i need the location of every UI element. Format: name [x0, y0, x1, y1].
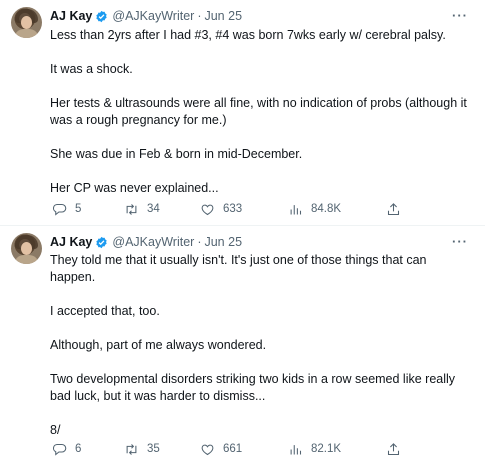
tweet-paragraph: 8/: [50, 423, 61, 437]
avatar[interactable]: [11, 233, 42, 264]
share-icon: [387, 202, 400, 215]
views-button[interactable]: 84.8K: [288, 202, 341, 217]
tweet-actions: 6 35 661 82.1K: [50, 440, 400, 458]
reply-button[interactable]: 5: [52, 202, 81, 217]
retweet-count: 34: [147, 202, 160, 215]
views-count: 82.1K: [311, 442, 342, 455]
tweet-paragraph: She was due in Feb & born in mid-Decembe…: [50, 147, 303, 161]
views-button[interactable]: 82.1K: [288, 442, 341, 457]
like-button[interactable]: 633: [200, 202, 242, 217]
tweet-paragraph: They told me that it usually isn't. It's…: [50, 253, 427, 284]
share-button[interactable]: [386, 442, 409, 457]
reply-count: 6: [75, 442, 82, 455]
retweet-button[interactable]: 34: [124, 202, 160, 217]
tweet-text: They told me that it usually isn't. It's…: [50, 252, 470, 439]
like-icon: [201, 444, 214, 455]
tweet-paragraph: Two developmental disorders striking two…: [50, 372, 456, 403]
reply-icon: [52, 203, 67, 216]
like-count: 661: [223, 442, 243, 455]
tweet-date[interactable]: Jun 25: [204, 9, 242, 23]
tweet[interactable]: AJ Kay @AJKayWriter · Jun 25 ··· They to…: [0, 226, 485, 461]
author-name[interactable]: AJ Kay: [50, 9, 92, 23]
like-count: 633: [223, 202, 243, 215]
separator-dot: ·: [197, 9, 202, 23]
tweet-paragraph: It was a shock.: [50, 62, 133, 76]
tweet-paragraph: Less than 2yrs after I had #3, #4 was bo…: [50, 28, 446, 42]
like-button[interactable]: 661: [200, 442, 242, 457]
tweet-paragraph: Her tests & ultrasounds were all fine, w…: [50, 96, 467, 127]
reply-button[interactable]: 6: [52, 442, 81, 457]
tweet-paragraph: Although, part of me always wondered.: [50, 338, 267, 352]
views-count: 84.8K: [311, 202, 342, 215]
verified-badge-icon: [96, 10, 108, 22]
retweet-button[interactable]: 35: [124, 442, 160, 457]
tweet-text: Less than 2yrs after I had #3, #4 was bo…: [50, 27, 470, 197]
tweet-paragraph: Her CP was never explained...: [50, 181, 219, 195]
tweet-header: AJ Kay @AJKayWriter · Jun 25: [50, 233, 242, 251]
tweet-paragraph: I accepted that, too.: [50, 304, 160, 318]
views-icon: [290, 444, 302, 454]
more-options-icon[interactable]: ···: [452, 234, 468, 249]
separator-dot: ·: [197, 235, 202, 249]
tweet-date[interactable]: Jun 25: [204, 235, 242, 249]
retweet-icon: [126, 443, 137, 455]
tweet-actions: 5 34 633 84.8K: [50, 200, 400, 218]
retweet-icon: [126, 203, 137, 215]
like-icon: [201, 204, 214, 215]
tweet[interactable]: AJ Kay @AJKayWriter · Jun 25 ··· Less th…: [0, 0, 485, 226]
verified-badge-icon: [96, 236, 108, 248]
views-icon: [290, 204, 302, 214]
retweet-count: 35: [147, 442, 160, 455]
reply-icon: [52, 443, 67, 456]
author-handle[interactable]: @AJKayWriter: [112, 235, 194, 249]
share-button[interactable]: [386, 202, 409, 217]
author-name[interactable]: AJ Kay: [50, 235, 92, 249]
reply-count: 5: [75, 202, 82, 215]
avatar[interactable]: [11, 7, 42, 38]
author-handle[interactable]: @AJKayWriter: [112, 9, 194, 23]
share-icon: [387, 442, 400, 455]
more-options-icon[interactable]: ···: [452, 8, 468, 23]
tweet-header: AJ Kay @AJKayWriter · Jun 25: [50, 7, 242, 25]
